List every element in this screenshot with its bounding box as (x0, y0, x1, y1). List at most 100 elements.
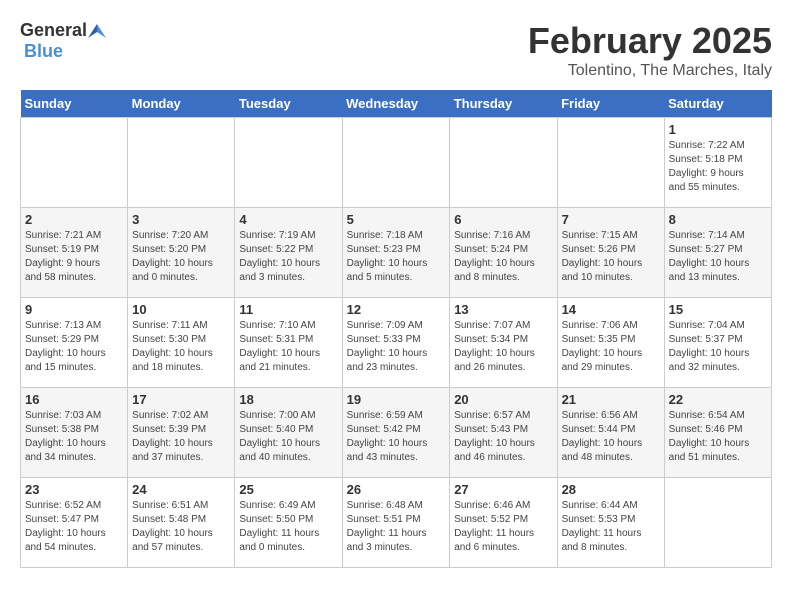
day-info: Sunrise: 7:00 AM Sunset: 5:40 PM Dayligh… (239, 409, 337, 465)
day-info: Sunrise: 7:09 AM Sunset: 5:33 PM Dayligh… (347, 319, 446, 375)
calendar-day-cell (342, 118, 450, 208)
day-info: Sunrise: 7:22 AM Sunset: 5:18 PM Dayligh… (669, 139, 767, 195)
day-info: Sunrise: 7:13 AM Sunset: 5:29 PM Dayligh… (25, 319, 123, 375)
day-info: Sunrise: 7:07 AM Sunset: 5:34 PM Dayligh… (454, 319, 552, 375)
logo-bird-icon (88, 24, 106, 38)
weekday-header-thursday: Thursday (450, 90, 557, 118)
logo: General Blue (20, 20, 107, 62)
day-number: 15 (669, 302, 767, 317)
day-number: 1 (669, 122, 767, 137)
weekday-header-tuesday: Tuesday (235, 90, 342, 118)
weekday-header-wednesday: Wednesday (342, 90, 450, 118)
day-info: Sunrise: 7:06 AM Sunset: 5:35 PM Dayligh… (562, 319, 660, 375)
day-info: Sunrise: 7:21 AM Sunset: 5:19 PM Dayligh… (25, 229, 123, 285)
day-number: 19 (347, 392, 446, 407)
day-number: 14 (562, 302, 660, 317)
weekday-header-monday: Monday (128, 90, 235, 118)
calendar-day-cell (557, 118, 664, 208)
day-info: Sunrise: 6:48 AM Sunset: 5:51 PM Dayligh… (347, 499, 446, 555)
calendar-day-cell: 23 Sunrise: 6:52 AM Sunset: 5:47 PM Dayli… (21, 478, 128, 568)
logo-blue-text: Blue (24, 41, 63, 61)
day-number: 11 (239, 302, 337, 317)
day-number: 13 (454, 302, 552, 317)
day-number: 16 (25, 392, 123, 407)
day-info: Sunrise: 6:49 AM Sunset: 5:50 PM Dayligh… (239, 499, 337, 555)
day-number: 8 (669, 212, 767, 227)
day-info: Sunrise: 6:56 AM Sunset: 5:44 PM Dayligh… (562, 409, 660, 465)
day-number: 23 (25, 482, 123, 497)
day-info: Sunrise: 7:20 AM Sunset: 5:20 PM Dayligh… (132, 229, 230, 285)
weekday-header-sunday: Sunday (21, 90, 128, 118)
day-number: 17 (132, 392, 230, 407)
calendar-week-row: 16 Sunrise: 7:03 AM Sunset: 5:38 PM Dayli… (21, 388, 772, 478)
calendar-week-row: 23 Sunrise: 6:52 AM Sunset: 5:47 PM Dayli… (21, 478, 772, 568)
calendar-day-cell: 1 Sunrise: 7:22 AM Sunset: 5:18 PM Daylig… (664, 118, 771, 208)
calendar-location: Tolentino, The Marches, Italy (528, 62, 772, 80)
day-info: Sunrise: 6:59 AM Sunset: 5:42 PM Dayligh… (347, 409, 446, 465)
day-number: 12 (347, 302, 446, 317)
calendar-day-cell (21, 118, 128, 208)
day-number: 9 (25, 302, 123, 317)
day-info: Sunrise: 7:02 AM Sunset: 5:39 PM Dayligh… (132, 409, 230, 465)
day-number: 4 (239, 212, 337, 227)
day-number: 22 (669, 392, 767, 407)
calendar-day-cell: 15 Sunrise: 7:04 AM Sunset: 5:37 PM Dayli… (664, 298, 771, 388)
day-number: 21 (562, 392, 660, 407)
calendar-week-row: 2 Sunrise: 7:21 AM Sunset: 5:19 PM Daylig… (21, 208, 772, 298)
calendar-day-cell: 19 Sunrise: 6:59 AM Sunset: 5:42 PM Dayli… (342, 388, 450, 478)
calendar-day-cell: 27 Sunrise: 6:46 AM Sunset: 5:52 PM Dayli… (450, 478, 557, 568)
calendar-day-cell: 17 Sunrise: 7:02 AM Sunset: 5:39 PM Dayli… (128, 388, 235, 478)
calendar-day-cell: 26 Sunrise: 6:48 AM Sunset: 5:51 PM Dayli… (342, 478, 450, 568)
calendar-day-cell: 8 Sunrise: 7:14 AM Sunset: 5:27 PM Daylig… (664, 208, 771, 298)
day-number: 18 (239, 392, 337, 407)
calendar-day-cell: 16 Sunrise: 7:03 AM Sunset: 5:38 PM Dayli… (21, 388, 128, 478)
day-number: 26 (347, 482, 446, 497)
day-info: Sunrise: 6:51 AM Sunset: 5:48 PM Dayligh… (132, 499, 230, 555)
calendar-day-cell: 28Sunrise: 6:44 AM Sunset: 5:53 PM Dayli… (557, 478, 664, 568)
calendar-day-cell: 5Sunrise: 7:18 AM Sunset: 5:23 PM Daylig… (342, 208, 450, 298)
calendar-day-cell: 21 Sunrise: 6:56 AM Sunset: 5:44 PM Dayli… (557, 388, 664, 478)
calendar-day-cell: 24 Sunrise: 6:51 AM Sunset: 5:48 PM Dayli… (128, 478, 235, 568)
day-info: Sunrise: 7:03 AM Sunset: 5:38 PM Dayligh… (25, 409, 123, 465)
day-number: 3 (132, 212, 230, 227)
weekday-header-friday: Friday (557, 90, 664, 118)
day-number: 6 (454, 212, 552, 227)
calendar-day-cell: 4 Sunrise: 7:19 AM Sunset: 5:22 PM Daylig… (235, 208, 342, 298)
day-info: Sunrise: 7:19 AM Sunset: 5:22 PM Dayligh… (239, 229, 337, 285)
day-number: 24 (132, 482, 230, 497)
calendar-day-cell: 18 Sunrise: 7:00 AM Sunset: 5:40 PM Dayli… (235, 388, 342, 478)
day-info: Sunrise: 6:46 AM Sunset: 5:52 PM Dayligh… (454, 499, 552, 555)
day-number: 10 (132, 302, 230, 317)
weekday-header-row: SundayMondayTuesdayWednesdayThursdayFrid… (21, 90, 772, 118)
calendar-day-cell: 2 Sunrise: 7:21 AM Sunset: 5:19 PM Daylig… (21, 208, 128, 298)
calendar-day-cell (664, 478, 771, 568)
calendar-day-cell: 9 Sunrise: 7:13 AM Sunset: 5:29 PM Daylig… (21, 298, 128, 388)
day-number: 7 (562, 212, 660, 227)
day-info: Sunrise: 6:54 AM Sunset: 5:46 PM Dayligh… (669, 409, 767, 465)
calendar-day-cell (450, 118, 557, 208)
day-info: Sunrise: 6:52 AM Sunset: 5:47 PM Dayligh… (25, 499, 123, 555)
calendar-table: SundayMondayTuesdayWednesdayThursdayFrid… (20, 90, 772, 568)
day-info: Sunrise: 7:10 AM Sunset: 5:31 PM Dayligh… (239, 319, 337, 375)
page-header: General Blue February 2025 Tolentino, Th… (20, 20, 772, 80)
day-info: Sunrise: 7:04 AM Sunset: 5:37 PM Dayligh… (669, 319, 767, 375)
calendar-day-cell: 11 Sunrise: 7:10 AM Sunset: 5:31 PM Dayli… (235, 298, 342, 388)
calendar-week-row: 9 Sunrise: 7:13 AM Sunset: 5:29 PM Daylig… (21, 298, 772, 388)
calendar-day-cell: 12 Sunrise: 7:09 AM Sunset: 5:33 PM Dayli… (342, 298, 450, 388)
calendar-day-cell: 3 Sunrise: 7:20 AM Sunset: 5:20 PM Daylig… (128, 208, 235, 298)
logo-general-text: General (20, 20, 87, 41)
day-info: Sunrise: 7:16 AM Sunset: 5:24 PM Dayligh… (454, 229, 552, 285)
calendar-title: February 2025 (528, 20, 772, 62)
calendar-day-cell: 22 Sunrise: 6:54 AM Sunset: 5:46 PM Dayli… (664, 388, 771, 478)
calendar-week-row: 1 Sunrise: 7:22 AM Sunset: 5:18 PM Daylig… (21, 118, 772, 208)
day-number: 5 (347, 212, 446, 227)
calendar-day-cell: 20Sunrise: 6:57 AM Sunset: 5:43 PM Dayli… (450, 388, 557, 478)
day-number: 27 (454, 482, 552, 497)
day-info: Sunrise: 6:44 AM Sunset: 5:53 PM Dayligh… (562, 499, 660, 555)
calendar-day-cell: 14 Sunrise: 7:06 AM Sunset: 5:35 PM Dayli… (557, 298, 664, 388)
day-info: Sunrise: 7:14 AM Sunset: 5:27 PM Dayligh… (669, 229, 767, 285)
day-number: 2 (25, 212, 123, 227)
day-number: 20 (454, 392, 552, 407)
calendar-day-cell: 6 Sunrise: 7:16 AM Sunset: 5:24 PM Daylig… (450, 208, 557, 298)
day-number: 25 (239, 482, 337, 497)
